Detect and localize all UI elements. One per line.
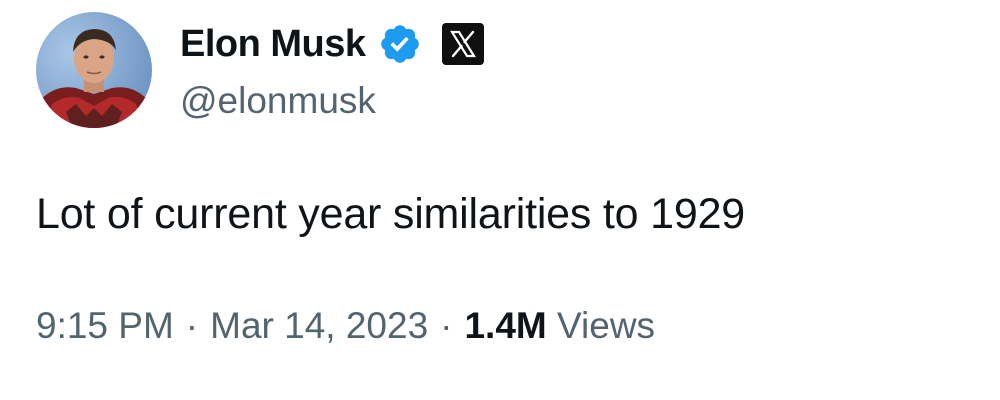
tweet-date[interactable]: Mar 14, 2023 [210, 305, 428, 346]
display-name[interactable]: Elon Musk [180, 23, 366, 66]
views-label[interactable]: Views [557, 305, 655, 346]
tweet-time[interactable]: 9:15 PM [36, 305, 174, 346]
meta-separator: · [440, 305, 453, 346]
avatar-image [36, 12, 152, 128]
tweet-text: Lot of current year similarities to 1929 [36, 190, 745, 238]
author-handle[interactable]: @elonmusk [180, 80, 376, 122]
tweet-card: Elon Musk @elonmusk Lot of current year … [0, 0, 1000, 400]
author-name-row: Elon Musk [180, 18, 484, 70]
avatar[interactable] [36, 12, 152, 128]
views-count[interactable]: 1.4M [464, 305, 546, 346]
tweet-meta: 9:15 PM · Mar 14, 2023 · 1.4M Views [36, 305, 655, 347]
meta-separator: · [185, 305, 199, 346]
x-logo-icon[interactable] [441, 23, 484, 65]
verified-badge-icon[interactable] [378, 22, 422, 66]
